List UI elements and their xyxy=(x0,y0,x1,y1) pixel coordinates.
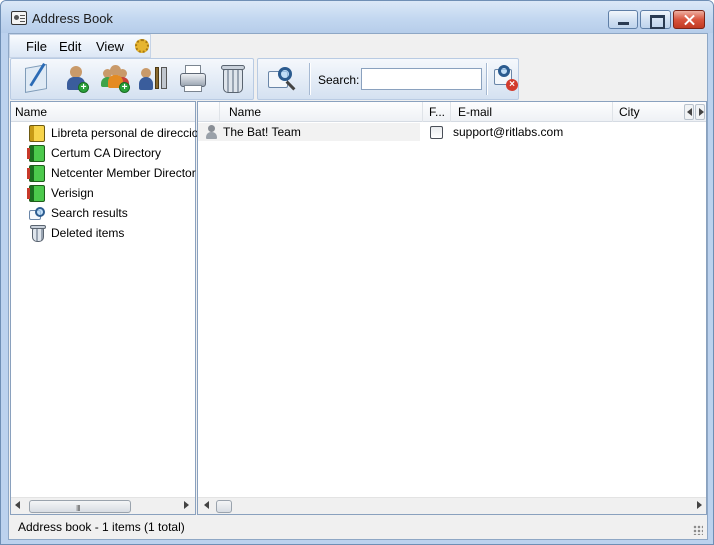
title-bar[interactable]: Address Book xyxy=(1,1,713,33)
trash-icon xyxy=(27,224,49,244)
scroll-left-arrow-icon[interactable] xyxy=(204,501,209,509)
tree-item-label: Deleted items xyxy=(51,226,125,240)
tools-icon[interactable] xyxy=(139,63,171,95)
table-row[interactable]: The Bat! Team support@ritlabs.com xyxy=(198,123,706,141)
clear-search-icon[interactable]: × xyxy=(490,63,522,95)
tree-item-label: Certum CA Directory xyxy=(51,146,162,160)
column-divider xyxy=(422,102,423,122)
yellow-book-icon xyxy=(29,125,45,142)
search-card-icon[interactable] xyxy=(266,63,298,95)
column-name[interactable]: Name xyxy=(229,105,261,119)
cell-email: support@ritlabs.com xyxy=(453,125,564,139)
green-book-icon xyxy=(27,185,45,202)
scroll-left-arrow-icon[interactable] xyxy=(15,501,20,509)
tree-horizontal-scrollbar[interactable]: III xyxy=(11,497,195,514)
add-contact-icon[interactable]: + xyxy=(61,63,93,95)
menu-file[interactable]: File xyxy=(26,39,47,54)
printer-icon[interactable] xyxy=(177,63,209,95)
menu-edit[interactable]: Edit xyxy=(59,39,81,54)
menu-view[interactable]: View xyxy=(96,39,124,54)
window-title: Address Book xyxy=(32,11,113,26)
address-book-window: Address Book File Edit View + + Search: … xyxy=(0,0,714,545)
trash-icon[interactable] xyxy=(217,63,249,95)
menu-bar: File Edit View xyxy=(9,34,151,58)
green-book-icon xyxy=(27,145,45,162)
list-horizontal-scrollbar[interactable] xyxy=(198,497,706,514)
close-button[interactable] xyxy=(673,10,705,29)
folder-tree-pane[interactable]: Name Libreta personal de direccio Certum… xyxy=(10,101,199,515)
search-label: Search: xyxy=(318,73,360,87)
scroll-thumb[interactable] xyxy=(216,500,232,513)
column-city[interactable]: City xyxy=(619,105,640,119)
tree-item-label: Netcenter Member Director xyxy=(51,166,196,180)
header-scroll-left[interactable] xyxy=(684,104,694,120)
scroll-thumb[interactable]: III xyxy=(29,500,131,513)
toolbar-separator xyxy=(486,63,487,95)
search-input[interactable] xyxy=(361,68,482,90)
status-text: Address book - 1 items (1 total) xyxy=(18,520,185,534)
header-scroll-right[interactable] xyxy=(695,104,705,120)
client-area: File Edit View + + Search: × Name Libret… xyxy=(8,33,708,540)
green-book-icon xyxy=(27,165,45,182)
contact-icon xyxy=(205,125,217,139)
main-toolbar: + + xyxy=(10,58,254,100)
cell-name: The Bat! Team xyxy=(223,125,301,139)
search-icon xyxy=(27,205,47,223)
toolbar-separator xyxy=(309,63,310,95)
flag-checkbox[interactable] xyxy=(430,126,443,139)
tree-item-label: Libreta personal de direccio xyxy=(51,126,199,140)
tree-header-name[interactable]: Name xyxy=(11,102,195,122)
minimize-button[interactable] xyxy=(608,10,638,29)
column-divider xyxy=(612,102,613,122)
scroll-right-arrow-icon[interactable] xyxy=(184,501,189,509)
column-divider xyxy=(450,102,451,122)
gear-icon[interactable] xyxy=(135,39,149,53)
search-toolbar: Search: × xyxy=(257,58,519,100)
note-pen-icon[interactable] xyxy=(21,63,53,95)
column-email[interactable]: E-mail xyxy=(458,105,492,119)
status-bar: Address book - 1 items (1 total) xyxy=(9,516,707,539)
column-divider xyxy=(219,102,220,122)
maximize-button[interactable] xyxy=(640,10,671,29)
address-book-icon xyxy=(11,11,27,25)
contact-list-pane[interactable]: Name F... E-mail City The Bat! Team supp… xyxy=(197,101,707,515)
list-header: Name F... E-mail City xyxy=(198,102,706,122)
tree-item-label: Verisign xyxy=(51,186,94,200)
add-group-icon[interactable]: + xyxy=(100,63,132,95)
resize-grip-icon[interactable] xyxy=(693,525,703,535)
tree-item-label: Search results xyxy=(51,206,128,220)
scroll-right-arrow-icon[interactable] xyxy=(697,501,702,509)
column-flag[interactable]: F... xyxy=(429,105,445,119)
